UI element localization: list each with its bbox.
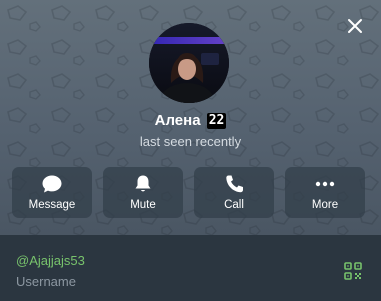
call-button-label: Call bbox=[224, 199, 244, 211]
last-seen-status: last seen recently bbox=[139, 134, 242, 149]
avatar[interactable] bbox=[149, 23, 229, 103]
mute-button[interactable]: Mute bbox=[103, 167, 183, 218]
qr-code-icon bbox=[344, 262, 362, 280]
message-icon bbox=[42, 175, 62, 193]
username-value[interactable]: @Ajajjajs53 bbox=[16, 253, 85, 269]
username-label: Username bbox=[16, 274, 76, 289]
more-dots-icon bbox=[315, 181, 335, 187]
qr-code-button[interactable] bbox=[344, 262, 362, 280]
action-buttons: Message Mute Call More bbox=[12, 167, 369, 218]
more-button[interactable]: More bbox=[285, 167, 365, 218]
mute-button-label: Mute bbox=[130, 199, 156, 211]
more-button-label: More bbox=[311, 199, 339, 211]
username-info-row[interactable]: @Ajajjajs53 Username bbox=[0, 235, 381, 301]
profile-panel: Алена 22 last seen recently Message Mute… bbox=[0, 0, 381, 301]
profile-name-row: Алена 22 bbox=[0, 110, 381, 132]
avatar-photo bbox=[149, 23, 229, 103]
profile-name: Алена bbox=[154, 112, 201, 129]
call-button[interactable]: Call bbox=[194, 167, 274, 218]
name-badge: 22 bbox=[206, 113, 227, 129]
profile-header: Алена 22 last seen recently Message Mute… bbox=[0, 0, 381, 235]
bell-icon bbox=[135, 175, 151, 192]
message-button-label: Message bbox=[28, 199, 76, 211]
message-button[interactable]: Message bbox=[12, 167, 92, 218]
phone-icon bbox=[226, 175, 243, 193]
close-icon bbox=[348, 19, 362, 33]
close-button[interactable] bbox=[343, 14, 367, 38]
